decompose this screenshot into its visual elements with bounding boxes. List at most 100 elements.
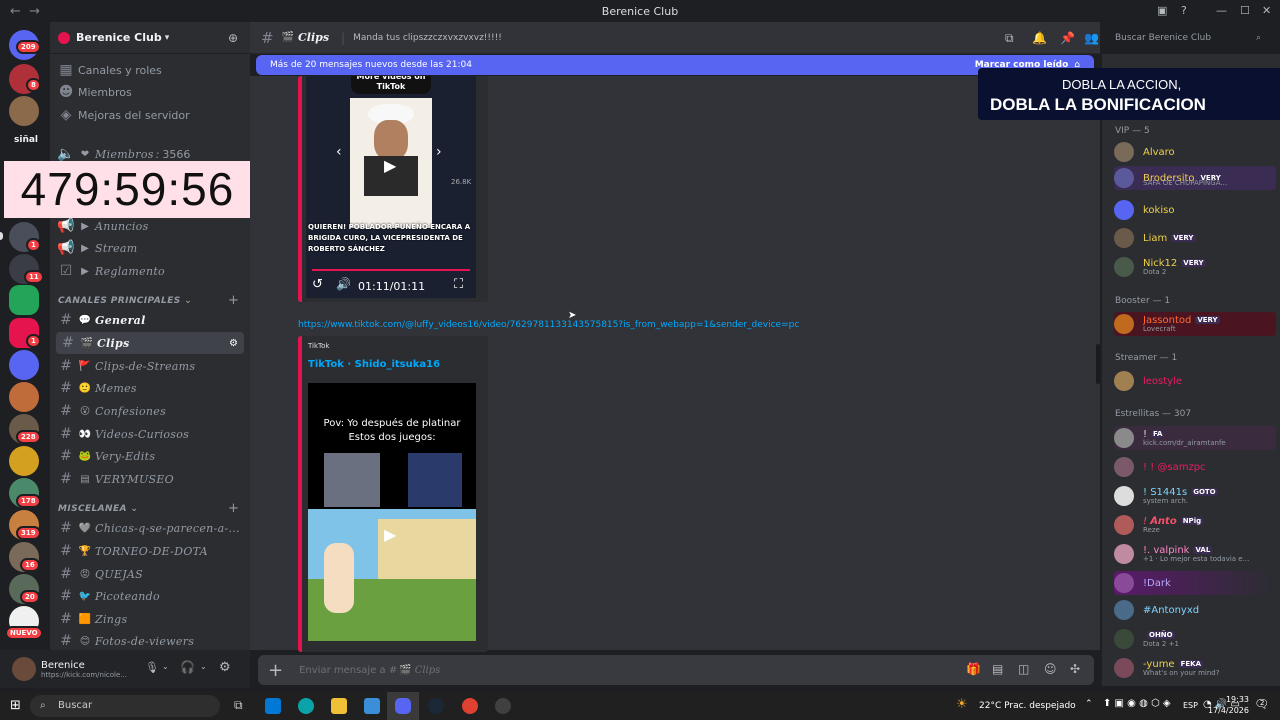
play-icon[interactable]: ▶ bbox=[384, 156, 396, 175]
member-item[interactable]: OHÑO Dota 2 +1 bbox=[1114, 627, 1276, 651]
windows-start-icon[interactable]: ⊞ bbox=[10, 698, 21, 713]
channel-clips-de-streams[interactable]: # 🚩 Clips-de-Streams bbox=[50, 355, 250, 377]
channel-very-edits[interactable]: # 🐸 Very-Edits bbox=[50, 445, 250, 467]
channel-memes[interactable]: # 🙂 Memes bbox=[50, 377, 250, 399]
weather-text[interactable]: 22°C Prac. despejado bbox=[979, 701, 1076, 711]
member-item[interactable]: !Dark bbox=[1114, 571, 1276, 595]
avatar[interactable] bbox=[12, 657, 36, 681]
server-icon[interactable] bbox=[9, 446, 39, 476]
member-item[interactable]: Jassontod VERY Lovecraft bbox=[1114, 312, 1276, 336]
channel-quejas[interactable]: # 😡 QUEJAS bbox=[50, 563, 250, 585]
member-item[interactable]: ! ! @samzpc bbox=[1114, 455, 1276, 479]
gift-icon[interactable]: 🎁 bbox=[966, 662, 981, 676]
taskbar-search[interactable]: ⌕ Buscar bbox=[30, 695, 220, 717]
channel-stream[interactable]: 📢 ▶ Stream bbox=[50, 237, 250, 259]
user-settings-icon[interactable]: ⚙ bbox=[219, 660, 231, 675]
chevron-down-icon[interactable]: ⌄ bbox=[162, 662, 169, 671]
sidebar-item-roles[interactable]: ▦ Canales y roles bbox=[50, 59, 250, 81]
threads-icon[interactable]: ⧉ bbox=[1005, 31, 1014, 46]
member-item[interactable]: kokiso bbox=[1114, 198, 1276, 222]
channel-reglamento[interactable]: ☑ ▶ Reglamento bbox=[50, 260, 250, 282]
headphones-icon[interactable]: 🎧 bbox=[180, 660, 195, 674]
volume-icon[interactable]: 🔊 bbox=[336, 277, 351, 291]
channel-confesiones[interactable]: # 😮 Confesiones bbox=[50, 400, 250, 422]
fullscreen-icon[interactable]: ⛶ bbox=[454, 277, 463, 292]
chevron-right-icon[interactable]: › bbox=[436, 144, 442, 160]
help-icon[interactable]: ? bbox=[1181, 4, 1187, 17]
close-icon[interactable]: ✕ bbox=[1262, 4, 1271, 17]
channel-zings[interactable]: # 🟧 Zings bbox=[50, 608, 250, 630]
member-item[interactable]: ! FA kick.com/dr_airamtanfe bbox=[1114, 426, 1276, 450]
video-player[interactable]: More videos on TikTok ‹ › ▶ 26.8K QUIERE… bbox=[306, 76, 476, 298]
discord-icon[interactable] bbox=[395, 698, 411, 714]
sidebar-item-members[interactable]: ☻ Miembros bbox=[50, 81, 250, 103]
pin-icon[interactable]: 📌 bbox=[1060, 31, 1075, 45]
tray-icons[interactable]: ⬆ ▣ ◉ ◍ ⬡ ◈ bbox=[1103, 698, 1171, 709]
edge-icon[interactable] bbox=[298, 698, 314, 714]
member-item[interactable]: #Antonyxd bbox=[1114, 598, 1276, 622]
apps-icon[interactable]: ✣ bbox=[1070, 662, 1080, 676]
guild-header[interactable]: Berenice Club ▾ ⊕ bbox=[50, 22, 250, 54]
category-misc[interactable]: MISCELANEA ⌄ bbox=[58, 504, 138, 514]
channel-torneo[interactable]: # 🏆 TORNEO-DE-DOTA bbox=[50, 540, 250, 562]
member-item[interactable]: Nick12 VERY Dota 2 bbox=[1114, 255, 1276, 279]
channel-anuncios[interactable]: 📢 ▶ Anuncios bbox=[50, 215, 250, 237]
new-messages-banner[interactable]: Más de 20 mensajes nuevos desde las 21:0… bbox=[256, 55, 1094, 75]
gif-icon[interactable]: ▤ bbox=[992, 662, 1003, 676]
bell-icon[interactable]: 🔔 bbox=[1032, 31, 1047, 45]
task-view-icon[interactable]: ⧉ bbox=[234, 698, 243, 713]
replay-icon[interactable]: ↺ bbox=[312, 277, 323, 292]
inbox-icon[interactable]: ▣ bbox=[1157, 4, 1167, 17]
server-icon[interactable] bbox=[9, 96, 39, 126]
member-item[interactable]: -yume FEKA What's on your mind? bbox=[1114, 656, 1276, 680]
maximize-icon[interactable]: ☐ bbox=[1240, 4, 1250, 17]
clock[interactable]: 19:33 17/4/2026 bbox=[1203, 694, 1249, 716]
server-icon[interactable] bbox=[9, 382, 39, 412]
category-principal[interactable]: CANALES PRINCIPALES ⌄ bbox=[58, 296, 192, 306]
channel-clips[interactable]: # 🎬 Clips ⚙ bbox=[56, 332, 244, 354]
sticker-icon[interactable]: ◫ bbox=[1018, 662, 1029, 676]
video-progress[interactable] bbox=[312, 269, 470, 271]
scrollbar[interactable] bbox=[1096, 344, 1100, 384]
sidebar-item-boosts[interactable]: ◈ Mejoras del servidor bbox=[50, 104, 250, 126]
member-list-icon[interactable]: 👥 bbox=[1084, 31, 1099, 45]
member-item[interactable]: ! S1441s GOTO system arch. bbox=[1114, 484, 1276, 508]
file-explorer-icon[interactable] bbox=[331, 698, 347, 714]
member-item[interactable]: Alvaro bbox=[1114, 140, 1276, 164]
member-item[interactable]: !. valpink VAL +1 · Lo mejor esta todavia … bbox=[1114, 542, 1276, 566]
outlook-icon[interactable] bbox=[265, 698, 281, 714]
emoji-icon[interactable]: ☺ bbox=[1044, 662, 1057, 676]
channel-videos-curiosos[interactable]: # 👀 Videos-Curiosos bbox=[50, 423, 250, 445]
add-channel-icon[interactable]: + bbox=[228, 501, 239, 516]
message-input[interactable]: + Enviar mensaje a # 🎬 Clips 🎁 ▤ ◫ ☺ ✣ bbox=[258, 655, 1094, 685]
store-icon[interactable] bbox=[364, 698, 380, 714]
message-link[interactable]: https://www.tiktok.com/@luffy_videos16/v… bbox=[298, 320, 799, 330]
tray-expand-icon[interactable]: ⌃ bbox=[1085, 699, 1093, 709]
invite-icon[interactable]: ⊕ bbox=[228, 31, 238, 45]
channel-fotos[interactable]: # 😊 Fotos-de-viewers bbox=[50, 630, 250, 652]
member-item[interactable]: ! 𝘼𝙣𝙩𝙤 NPig Reze bbox=[1114, 513, 1276, 537]
play-icon[interactable]: ▶ bbox=[384, 525, 396, 544]
channel-general[interactable]: # 💬 General bbox=[50, 309, 250, 331]
add-channel-icon[interactable]: + bbox=[228, 293, 239, 308]
chrome-icon[interactable] bbox=[462, 698, 478, 714]
language-indicator[interactable]: ESP bbox=[1183, 701, 1198, 710]
embed-title[interactable]: TikTok · Shido_itsuka16 bbox=[308, 359, 440, 370]
weather-icon[interactable]: ☀ bbox=[956, 697, 968, 712]
member-item[interactable]: leostyle bbox=[1114, 369, 1276, 393]
member-item[interactable]: Brodersito VERY SAFA OE CHUPAPINGA... bbox=[1114, 166, 1276, 190]
add-attachment-icon[interactable]: + bbox=[268, 660, 283, 681]
chevron-down-icon[interactable]: ⌄ bbox=[200, 662, 207, 671]
video-player[interactable]: Pov: Yo después de platinar Estos dos ju… bbox=[308, 383, 476, 641]
channel-picoteando[interactable]: # 🐦 Picoteando bbox=[50, 585, 250, 607]
server-icon[interactable] bbox=[9, 350, 39, 380]
channel-topic[interactable]: Manda tus clipszzczxvxzvxvz!!!!! bbox=[353, 33, 502, 43]
server-label[interactable]: siñal bbox=[14, 135, 38, 145]
channel-chicas[interactable]: # 🩶 Chicas-q-se-parecen-a-... bbox=[50, 517, 250, 539]
server-icon[interactable] bbox=[9, 285, 39, 315]
search-input[interactable]: Buscar Berenice Club ⌕ bbox=[1108, 27, 1274, 49]
obs-icon[interactable] bbox=[495, 698, 511, 714]
minimize-icon[interactable]: — bbox=[1216, 4, 1227, 17]
channel-verymuseo[interactable]: # ▤ VERYMUSEO bbox=[50, 468, 250, 490]
microphone-icon[interactable]: 🎙 bbox=[145, 661, 159, 674]
